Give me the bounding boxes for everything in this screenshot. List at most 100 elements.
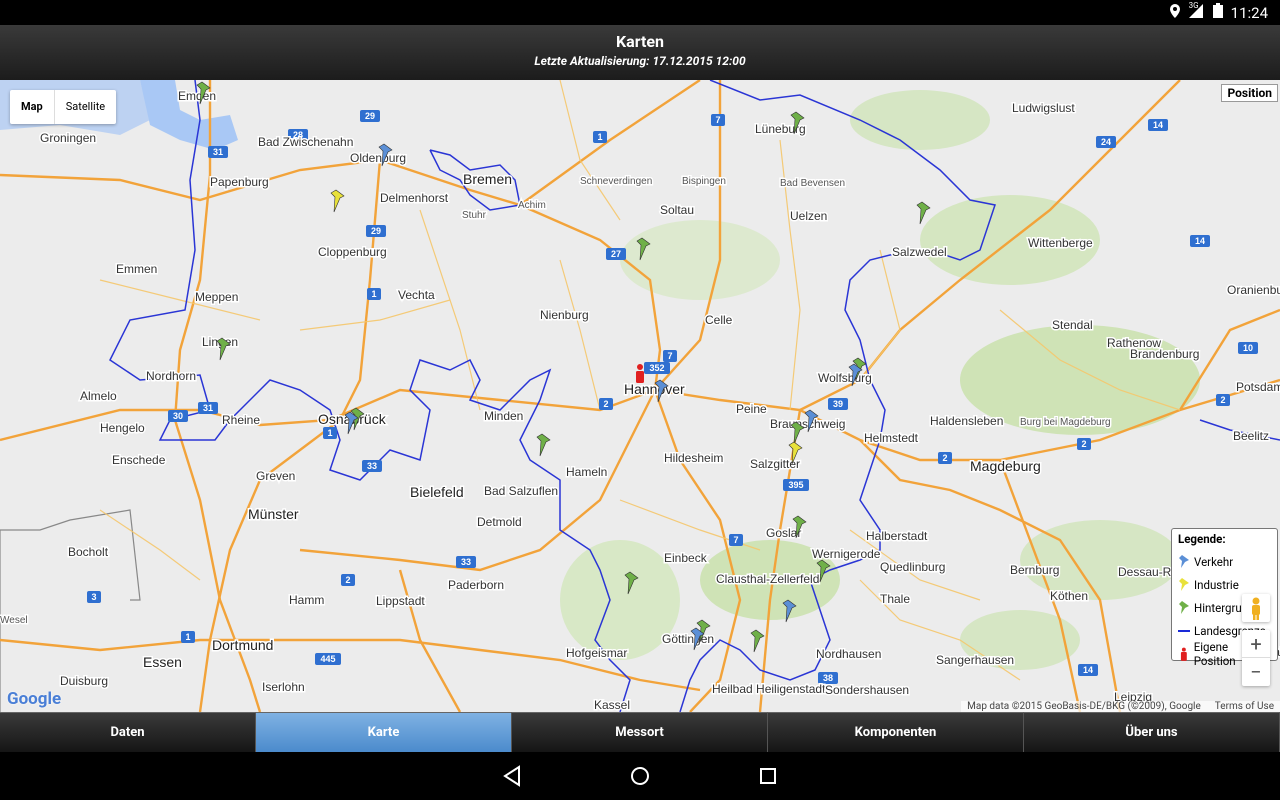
measurement-pin[interactable] [536,433,551,457]
system-nav-bar [0,752,1280,800]
clock: 11:24 [1230,3,1268,22]
svg-text:7: 7 [733,535,738,545]
road-number-badge: 29 [360,110,380,122]
svg-text:2: 2 [603,399,608,409]
map-type-map[interactable]: Map [10,90,55,124]
svg-text:29: 29 [371,226,381,236]
signal-icon: 3G [1188,1,1205,22]
place-label: Bad Bevensen [780,178,845,189]
svg-text:445: 445 [320,654,335,664]
legend-label: Industrie [1194,577,1239,592]
svg-text:31: 31 [203,403,213,413]
place-label: Göttingen [662,632,714,646]
road-number-badge: 1 [593,131,607,143]
place-label: Bielefeld [410,484,464,500]
place-label: Beelitz [1233,429,1269,443]
place-label: Hengelo [100,421,145,435]
place-label: Bad Zwischenahn [258,135,353,149]
terms-link[interactable]: Terms of Use [1215,701,1274,712]
place-label: Einbeck [664,551,708,565]
place-label: Magdeburg [970,458,1041,474]
place-label: Nordhausen [816,647,881,661]
legend-item-industrie: Industrie [1178,573,1271,596]
own-position-marker[interactable] [636,364,644,383]
place-label: Wernigerode [812,547,881,561]
tab-daten[interactable]: Daten [0,712,256,752]
road-number-badge: 7 [711,114,725,126]
road-number-badge: 3 [87,591,101,603]
road-number-badge: 1 [181,631,195,643]
place-label: Duisburg [60,674,108,688]
street-view-pegman[interactable] [1242,594,1270,622]
svg-text:2: 2 [942,453,947,463]
google-logo: Google [7,689,62,709]
svg-text:2: 2 [1081,439,1086,449]
place-label: Achim [518,200,546,211]
place-label: Essen [143,654,182,670]
recents-icon[interactable] [756,764,780,788]
last-update: Letzte Aktualisierung: 17.12.2015 12:00 [534,54,746,68]
svg-text:33: 33 [367,461,377,471]
measurement-pin[interactable] [750,629,765,653]
road-number-badge: 31 [208,146,228,158]
tab-ueber-uns[interactable]: Über uns [1024,712,1280,752]
svg-text:352: 352 [649,363,664,373]
home-icon[interactable] [628,764,652,788]
line-icon [1178,629,1190,632]
place-label: Minden [484,409,523,423]
location-icon [1169,3,1181,22]
zoom-in-button[interactable]: + [1242,630,1270,658]
place-label: Wesel [0,615,28,626]
measurement-pin[interactable] [916,201,931,225]
place-label: Bremen [463,171,512,187]
place-label: Cloppenburg [318,245,387,259]
road-number-badge: 33 [456,556,476,568]
zoom-out-button[interactable]: − [1242,658,1270,686]
svg-text:7: 7 [667,351,672,361]
svg-text:1: 1 [185,632,190,642]
place-label: Thale [880,592,910,606]
place-label: Peine [736,402,767,416]
place-label: Lippstadt [376,594,425,608]
place-label: Delmenhorst [380,191,449,205]
place-label: Uelzen [790,209,827,223]
back-icon[interactable] [500,764,524,788]
position-button[interactable]: Position [1221,84,1278,102]
measurement-pin[interactable] [330,189,345,213]
battery-icon [1212,3,1223,22]
road-number-badge: 10 [1238,342,1258,354]
svg-text:2: 2 [1220,395,1225,405]
map-type-control: Map Satellite [10,90,117,124]
legend-title: Legende: [1178,532,1226,546]
tab-karte[interactable]: Karte [256,712,512,752]
place-label: Celle [705,313,733,327]
place-label: Stuhr [462,210,487,221]
svg-text:1: 1 [371,289,376,299]
map-view[interactable]: 29 28 31 29 1 1 7 14 24 27 7 352 2 39 30 31 1 33 395 2 2 2 7 33… [0,80,1280,712]
svg-text:30: 30 [173,411,183,421]
tab-komponenten[interactable]: Komponenten [768,712,1024,752]
place-label: Hamm [289,593,324,607]
place-label: Wittenberge [1028,236,1093,250]
road-number-badge: 30 [168,410,188,422]
map-canvas[interactable]: 29283129117 14242773522 393031133395222733… [0,80,1280,712]
place-label: Burg bei Magdeburg [1020,417,1111,428]
place-label: Emden [178,89,216,103]
legend-item-verkehr: Verkehr [1178,550,1271,573]
svg-text:14: 14 [1195,236,1205,246]
pin-icon [1179,600,1189,614]
road-number-badge: 1 [323,427,337,439]
zoom-control: + − [1242,630,1270,686]
road-number-badge: 1 [367,288,381,300]
place-label: Detmold [477,515,522,529]
road-number-badge: 31 [198,402,218,414]
tab-messort[interactable]: Messort [512,712,768,752]
app-header: Karten Letzte Aktualisierung: 17.12.2015… [0,25,1280,80]
place-label: Potsdam [1236,380,1280,394]
map-type-satellite[interactable]: Satellite [55,90,116,124]
road-number-badge: 352 [644,362,670,374]
place-label: Schneverdingen [580,176,652,187]
svg-text:27: 27 [611,249,621,259]
road-number-badge: 2 [1077,438,1091,450]
road-number-badge: 14 [1078,664,1098,676]
